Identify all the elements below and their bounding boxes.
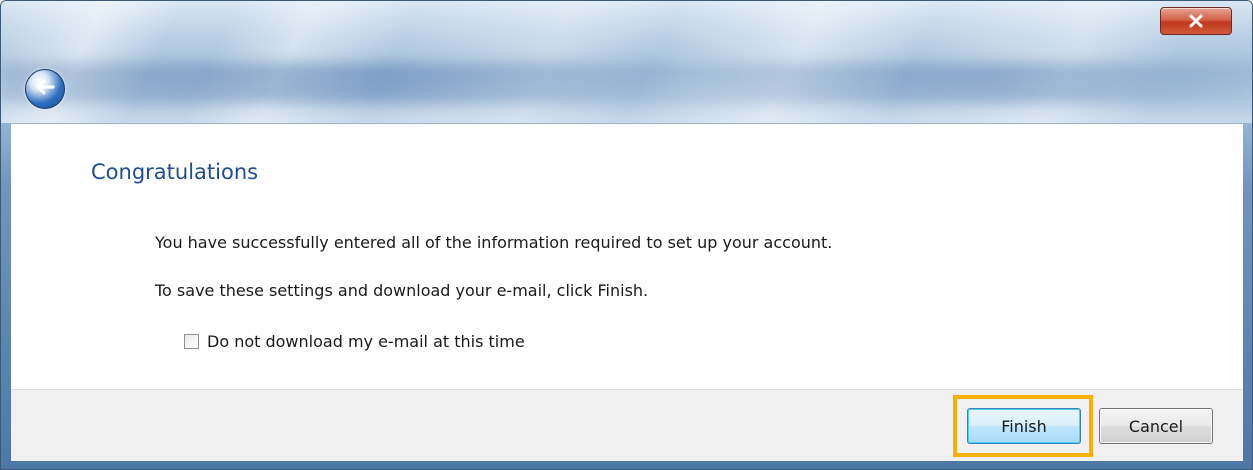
success-message: You have successfully entered all of the… [155, 233, 833, 252]
title-bar [1, 1, 1252, 123]
back-arrow-icon [33, 75, 57, 103]
do-not-download-label[interactable]: Do not download my e-mail at this time [207, 332, 525, 351]
aero-glass-background [1, 63, 1252, 103]
finish-button[interactable]: Finish [967, 408, 1081, 444]
wizard-window: Congratulations You have successfully en… [0, 0, 1253, 470]
wizard-content: Congratulations You have successfully en… [11, 123, 1243, 390]
button-bar: Finish Cancel [11, 389, 1243, 461]
close-icon [1188, 14, 1204, 28]
back-button[interactable] [25, 69, 65, 109]
close-button[interactable] [1160, 7, 1232, 35]
cancel-button[interactable]: Cancel [1099, 408, 1213, 444]
finish-instruction: To save these settings and download your… [155, 281, 649, 300]
do-not-download-checkbox[interactable] [184, 334, 199, 349]
page-title: Congratulations [91, 160, 259, 184]
do-not-download-option[interactable]: Do not download my e-mail at this time [184, 332, 525, 351]
